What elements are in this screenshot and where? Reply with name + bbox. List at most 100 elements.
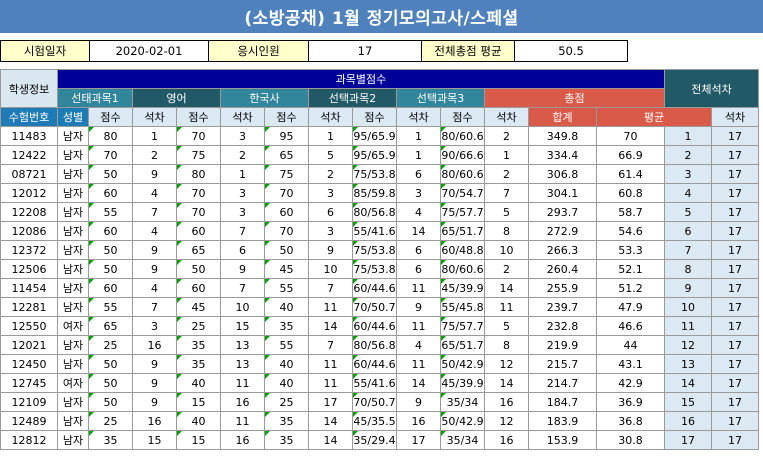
elective3-rank-cell[interactable]: 14	[484, 278, 529, 298]
overall-rank-cell[interactable]: 16	[664, 411, 712, 431]
overall-rank-cell[interactable]: 10	[664, 297, 712, 317]
korean-history-rank-cell[interactable]: 14	[308, 411, 353, 431]
overall-rank-cell[interactable]: 12	[664, 335, 712, 355]
english-rank-cell[interactable]: 6	[220, 240, 265, 260]
overall-count-cell[interactable]: 17	[711, 354, 759, 374]
total-sum-cell[interactable]: 266.3	[528, 240, 597, 260]
elective2-rank-cell[interactable]: 11	[396, 316, 441, 336]
total-average-cell[interactable]: 53.3	[596, 240, 665, 260]
elective3-rank-cell[interactable]: 12	[484, 354, 529, 374]
overall-count-cell[interactable]: 17	[711, 202, 759, 222]
korean-history-score-cell[interactable]: 70	[264, 183, 309, 203]
english-score-cell[interactable]: 50	[176, 259, 221, 279]
exam-no-cell[interactable]: 12109	[0, 392, 58, 412]
elective3-score-cell[interactable]: 80/60.6	[440, 259, 485, 279]
elective3-rank-cell[interactable]: 12	[484, 411, 529, 431]
total-sum-cell[interactable]: 232.8	[528, 316, 597, 336]
korean-history-score-cell[interactable]: 25	[264, 392, 309, 412]
exam-no-cell[interactable]: 12489	[0, 411, 58, 431]
overall-count-cell[interactable]: 17	[711, 392, 759, 412]
elective3-rank-cell[interactable]: 8	[484, 335, 529, 355]
elective3-score-cell[interactable]: 80/60.6	[440, 126, 485, 146]
exam-no-cell[interactable]: 12281	[0, 297, 58, 317]
subject1-rank-cell[interactable]: 15	[132, 430, 177, 450]
korean-history-score-cell[interactable]: 45	[264, 259, 309, 279]
subject1-score-cell[interactable]: 55	[88, 297, 133, 317]
gender-cell[interactable]: 남자	[57, 278, 89, 298]
english-rank-cell[interactable]: 1	[220, 164, 265, 184]
elective2-rank-cell[interactable]: 9	[396, 392, 441, 412]
overall-rank-cell[interactable]: 9	[664, 278, 712, 298]
overall-rank-cell[interactable]: 2	[664, 145, 712, 165]
exam-no-cell[interactable]: 11454	[0, 278, 58, 298]
exam-no-cell[interactable]: 12745	[0, 373, 58, 393]
total-sum-cell[interactable]: 184.7	[528, 392, 597, 412]
english-rank-cell[interactable]: 13	[220, 354, 265, 374]
subject1-score-cell[interactable]: 50	[88, 354, 133, 374]
korean-history-rank-cell[interactable]: 1	[308, 126, 353, 146]
subject1-score-cell[interactable]: 50	[88, 373, 133, 393]
total-sum-cell[interactable]: 349.8	[528, 126, 597, 146]
total-sum-cell[interactable]: 272.9	[528, 221, 597, 241]
english-rank-cell[interactable]: 16	[220, 392, 265, 412]
elective3-score-cell[interactable]: 65/51.7	[440, 221, 485, 241]
korean-history-score-cell[interactable]: 65	[264, 145, 309, 165]
subject1-score-cell[interactable]: 25	[88, 411, 133, 431]
overall-count-cell[interactable]: 17	[711, 183, 759, 203]
elective2-rank-cell[interactable]: 3	[396, 183, 441, 203]
exam-date-value[interactable]: 2020-02-01	[89, 40, 209, 62]
gender-cell[interactable]: 남자	[57, 430, 89, 450]
subject1-rank-cell[interactable]: 4	[132, 221, 177, 241]
gender-cell[interactable]: 남자	[57, 126, 89, 146]
overall-rank-cell[interactable]: 4	[664, 183, 712, 203]
english-score-cell[interactable]: 75	[176, 145, 221, 165]
elective3-rank-cell[interactable]: 5	[484, 316, 529, 336]
elective3-rank-cell[interactable]: 8	[484, 221, 529, 241]
overall-rank-cell[interactable]: 17	[664, 430, 712, 450]
elective2-score-cell[interactable]: 55/41.6	[352, 373, 397, 393]
elective2-score-cell[interactable]: 95/65.9	[352, 126, 397, 146]
elective3-score-cell[interactable]: 45/39.9	[440, 373, 485, 393]
total-average-cell[interactable]: 36.9	[596, 392, 665, 412]
elective2-score-cell[interactable]: 80/56.8	[352, 202, 397, 222]
exam-no-cell[interactable]: 12012	[0, 183, 58, 203]
overall-count-cell[interactable]: 17	[711, 126, 759, 146]
applicant-count-value[interactable]: 17	[308, 40, 422, 62]
overall-count-cell[interactable]: 17	[711, 335, 759, 355]
elective2-rank-cell[interactable]: 4	[396, 202, 441, 222]
subject1-rank-cell[interactable]: 3	[132, 316, 177, 336]
total-sum-cell[interactable]: 293.7	[528, 202, 597, 222]
korean-history-rank-cell[interactable]: 11	[308, 373, 353, 393]
overall-count-cell[interactable]: 17	[711, 430, 759, 450]
total-sum-cell[interactable]: 219.9	[528, 335, 597, 355]
english-score-cell[interactable]: 40	[176, 411, 221, 431]
subject1-score-cell[interactable]: 80	[88, 126, 133, 146]
korean-history-score-cell[interactable]: 35	[264, 411, 309, 431]
overall-count-cell[interactable]: 17	[711, 373, 759, 393]
english-score-cell[interactable]: 25	[176, 316, 221, 336]
overall-rank-cell[interactable]: 14	[664, 373, 712, 393]
elective2-score-cell[interactable]: 60/44.6	[352, 316, 397, 336]
elective3-score-cell[interactable]: 65/51.7	[440, 335, 485, 355]
total-sum-cell[interactable]: 214.7	[528, 373, 597, 393]
subject1-score-cell[interactable]: 70	[88, 145, 133, 165]
elective2-rank-cell[interactable]: 1	[396, 145, 441, 165]
exam-no-cell[interactable]: 12086	[0, 221, 58, 241]
english-score-cell[interactable]: 80	[176, 164, 221, 184]
korean-history-score-cell[interactable]: 55	[264, 335, 309, 355]
elective3-score-cell[interactable]: 35/34	[440, 392, 485, 412]
korean-history-score-cell[interactable]: 95	[264, 126, 309, 146]
gender-cell[interactable]: 여자	[57, 373, 89, 393]
total-sum-cell[interactable]: 183.9	[528, 411, 597, 431]
overall-rank-cell[interactable]: 13	[664, 354, 712, 374]
elective2-rank-cell[interactable]: 11	[396, 278, 441, 298]
subject1-score-cell[interactable]: 65	[88, 316, 133, 336]
overall-rank-cell[interactable]: 3	[664, 164, 712, 184]
korean-history-rank-cell[interactable]: 6	[308, 202, 353, 222]
elective3-score-cell[interactable]: 70/54.7	[440, 183, 485, 203]
english-rank-cell[interactable]: 15	[220, 316, 265, 336]
korean-history-rank-cell[interactable]: 14	[308, 316, 353, 336]
elective3-score-cell[interactable]: 75/57.7	[440, 316, 485, 336]
subject1-score-cell[interactable]: 60	[88, 221, 133, 241]
english-score-cell[interactable]: 60	[176, 278, 221, 298]
